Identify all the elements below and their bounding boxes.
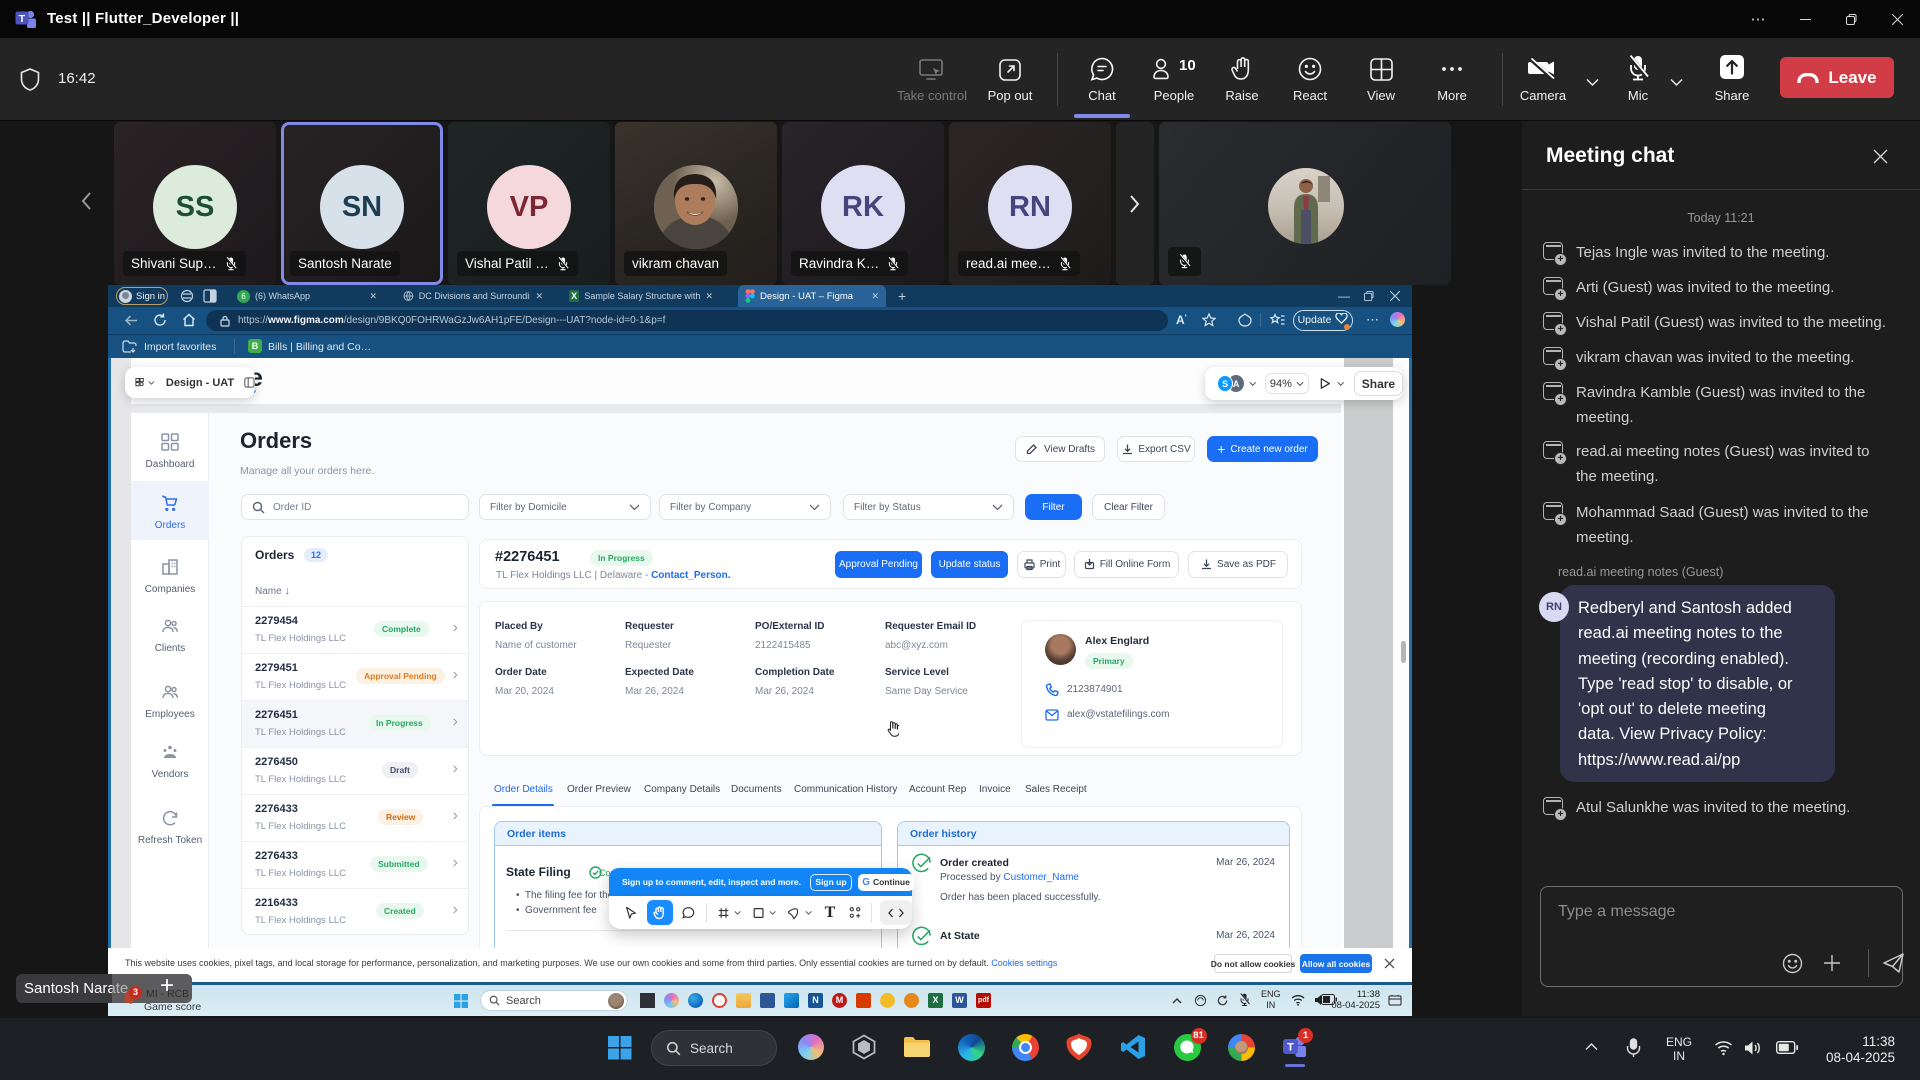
svg-text:T: T: [19, 13, 26, 25]
svg-text:T: T: [1287, 1042, 1294, 1054]
